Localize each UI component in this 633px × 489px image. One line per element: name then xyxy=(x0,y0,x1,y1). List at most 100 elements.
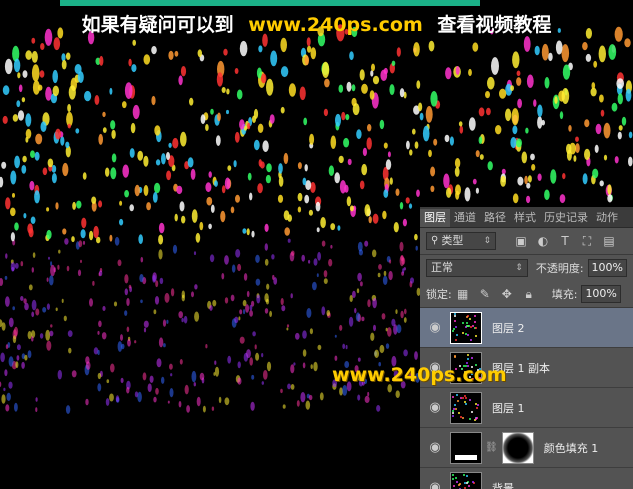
thumbnail-speck xyxy=(465,396,467,399)
confetti-piece xyxy=(120,377,124,384)
confetti-piece xyxy=(396,47,401,57)
confetti-piece xyxy=(18,84,23,93)
smart-filter-icon[interactable]: ▤ xyxy=(598,232,620,250)
fill-input[interactable]: 100% xyxy=(581,285,621,303)
layer-row[interactable]: ◉ ⛓ 颜色填充 1 xyxy=(420,428,633,468)
confetti-piece xyxy=(264,223,269,232)
confetti-piece xyxy=(236,89,243,100)
chain-link-icon[interactable]: ⛓ xyxy=(485,442,498,453)
confetti-piece xyxy=(357,394,361,401)
confetti-piece xyxy=(399,241,404,252)
lock-position-icon[interactable]: ✥ xyxy=(496,285,518,303)
confetti-piece xyxy=(278,163,283,174)
confetti-piece xyxy=(46,303,51,311)
tab-paths[interactable]: 路径 xyxy=(480,209,510,227)
confetti-piece xyxy=(383,142,388,149)
lock-paint-icon[interactable]: ✎ xyxy=(474,285,496,303)
confetti-piece xyxy=(22,155,27,163)
confetti-piece xyxy=(468,117,476,131)
confetti-piece xyxy=(479,154,484,160)
confetti-piece xyxy=(142,372,147,381)
confetti-piece xyxy=(24,302,29,311)
confetti-piece xyxy=(359,180,365,190)
confetti-piece xyxy=(224,297,229,304)
filter-type-select[interactable]: ⚲ 类型 ⇕ xyxy=(426,232,496,250)
visibility-eye-icon[interactable]: ◉ xyxy=(420,320,450,335)
blend-mode-select[interactable]: 正常 ⇕ xyxy=(426,259,528,277)
layer-row[interactable]: ◉ 图层 1 xyxy=(420,388,633,428)
visibility-eye-icon[interactable]: ◉ xyxy=(420,480,450,489)
lock-all-icon[interactable]: 🔒︎ xyxy=(518,285,540,303)
confetti-piece xyxy=(379,344,385,354)
confetti-piece xyxy=(286,324,290,328)
shape-filter-icon[interactable]: ⛶ xyxy=(576,232,598,250)
confetti-piece xyxy=(416,80,421,89)
visibility-eye-icon[interactable]: ◉ xyxy=(420,440,450,455)
tab-channels[interactable]: 通道 xyxy=(450,209,480,227)
confetti-piece xyxy=(101,332,107,340)
confetti-piece xyxy=(374,349,379,358)
confetti-piece xyxy=(408,203,413,209)
confetti-piece xyxy=(266,78,274,96)
confetti-piece xyxy=(378,264,382,270)
confetti-piece xyxy=(338,155,344,164)
confetti-piece xyxy=(189,97,194,106)
confetti-piece xyxy=(280,37,288,53)
confetti-piece xyxy=(124,82,133,99)
thumbnail-speck xyxy=(462,396,464,399)
tab-layers[interactable]: 图层 xyxy=(420,209,450,227)
confetti-piece xyxy=(8,356,14,367)
confetti-piece xyxy=(154,125,161,136)
confetti-piece xyxy=(159,277,164,285)
lock-transparent-icon[interactable]: ▦ xyxy=(452,285,474,303)
confetti-piece xyxy=(527,175,532,183)
confetti-piece xyxy=(127,339,131,347)
confetti-piece xyxy=(287,383,291,390)
confetti-piece xyxy=(343,137,350,148)
confetti-piece xyxy=(335,113,341,127)
thumbnail-speck xyxy=(469,417,471,420)
confetti-piece xyxy=(2,85,10,96)
thumbnail-speck xyxy=(452,411,454,414)
confetti-piece xyxy=(383,270,387,277)
confetti-piece xyxy=(334,172,341,184)
opacity-input[interactable]: 100% xyxy=(587,259,627,277)
confetti-piece xyxy=(23,213,27,219)
confetti-piece xyxy=(313,361,318,372)
adjust-filter-icon[interactable]: ◐ xyxy=(532,232,554,250)
confetti-piece xyxy=(10,232,15,242)
confetti-piece xyxy=(283,152,289,165)
thumbnail-speck xyxy=(474,320,476,323)
visibility-eye-icon[interactable]: ◉ xyxy=(420,400,450,415)
text-filter-icon[interactable]: T xyxy=(554,232,576,250)
confetti-piece xyxy=(242,299,247,307)
confetti-piece xyxy=(445,67,452,80)
confetti-piece xyxy=(98,270,103,277)
confetti-piece xyxy=(544,189,550,201)
confetti-piece xyxy=(413,42,420,57)
confetti-piece xyxy=(395,188,400,196)
layer-row[interactable]: ◉ 图层 2 xyxy=(420,308,633,348)
layer-row[interactable]: ◉ 背景 xyxy=(420,468,633,489)
confetti-piece xyxy=(32,252,36,258)
confetti-piece xyxy=(524,175,528,185)
tab-history[interactable]: 历史记录 xyxy=(540,209,592,227)
banner-url: www.240ps.com xyxy=(248,14,423,36)
tab-styles[interactable]: 样式 xyxy=(510,209,540,227)
confetti-piece xyxy=(49,275,54,286)
confetti-piece xyxy=(143,320,149,328)
confetti-piece xyxy=(35,407,38,412)
confetti-piece xyxy=(367,391,370,397)
confetti-piece xyxy=(15,361,19,369)
filter-row: ⚲ 类型 ⇕ ▣ ◐ T ⛶ ▤ xyxy=(420,228,633,254)
tab-actions[interactable]: 动作 xyxy=(592,209,622,227)
opacity-label: 不透明度: xyxy=(535,262,584,275)
confetti-piece xyxy=(237,377,242,385)
confetti-piece xyxy=(231,264,236,273)
image-filter-icon[interactable]: ▣ xyxy=(510,232,532,250)
confetti-piece xyxy=(28,284,33,291)
confetti-piece xyxy=(163,343,166,348)
confetti-piece xyxy=(526,195,531,204)
confetti-piece xyxy=(99,55,104,66)
confetti-piece xyxy=(559,194,566,204)
